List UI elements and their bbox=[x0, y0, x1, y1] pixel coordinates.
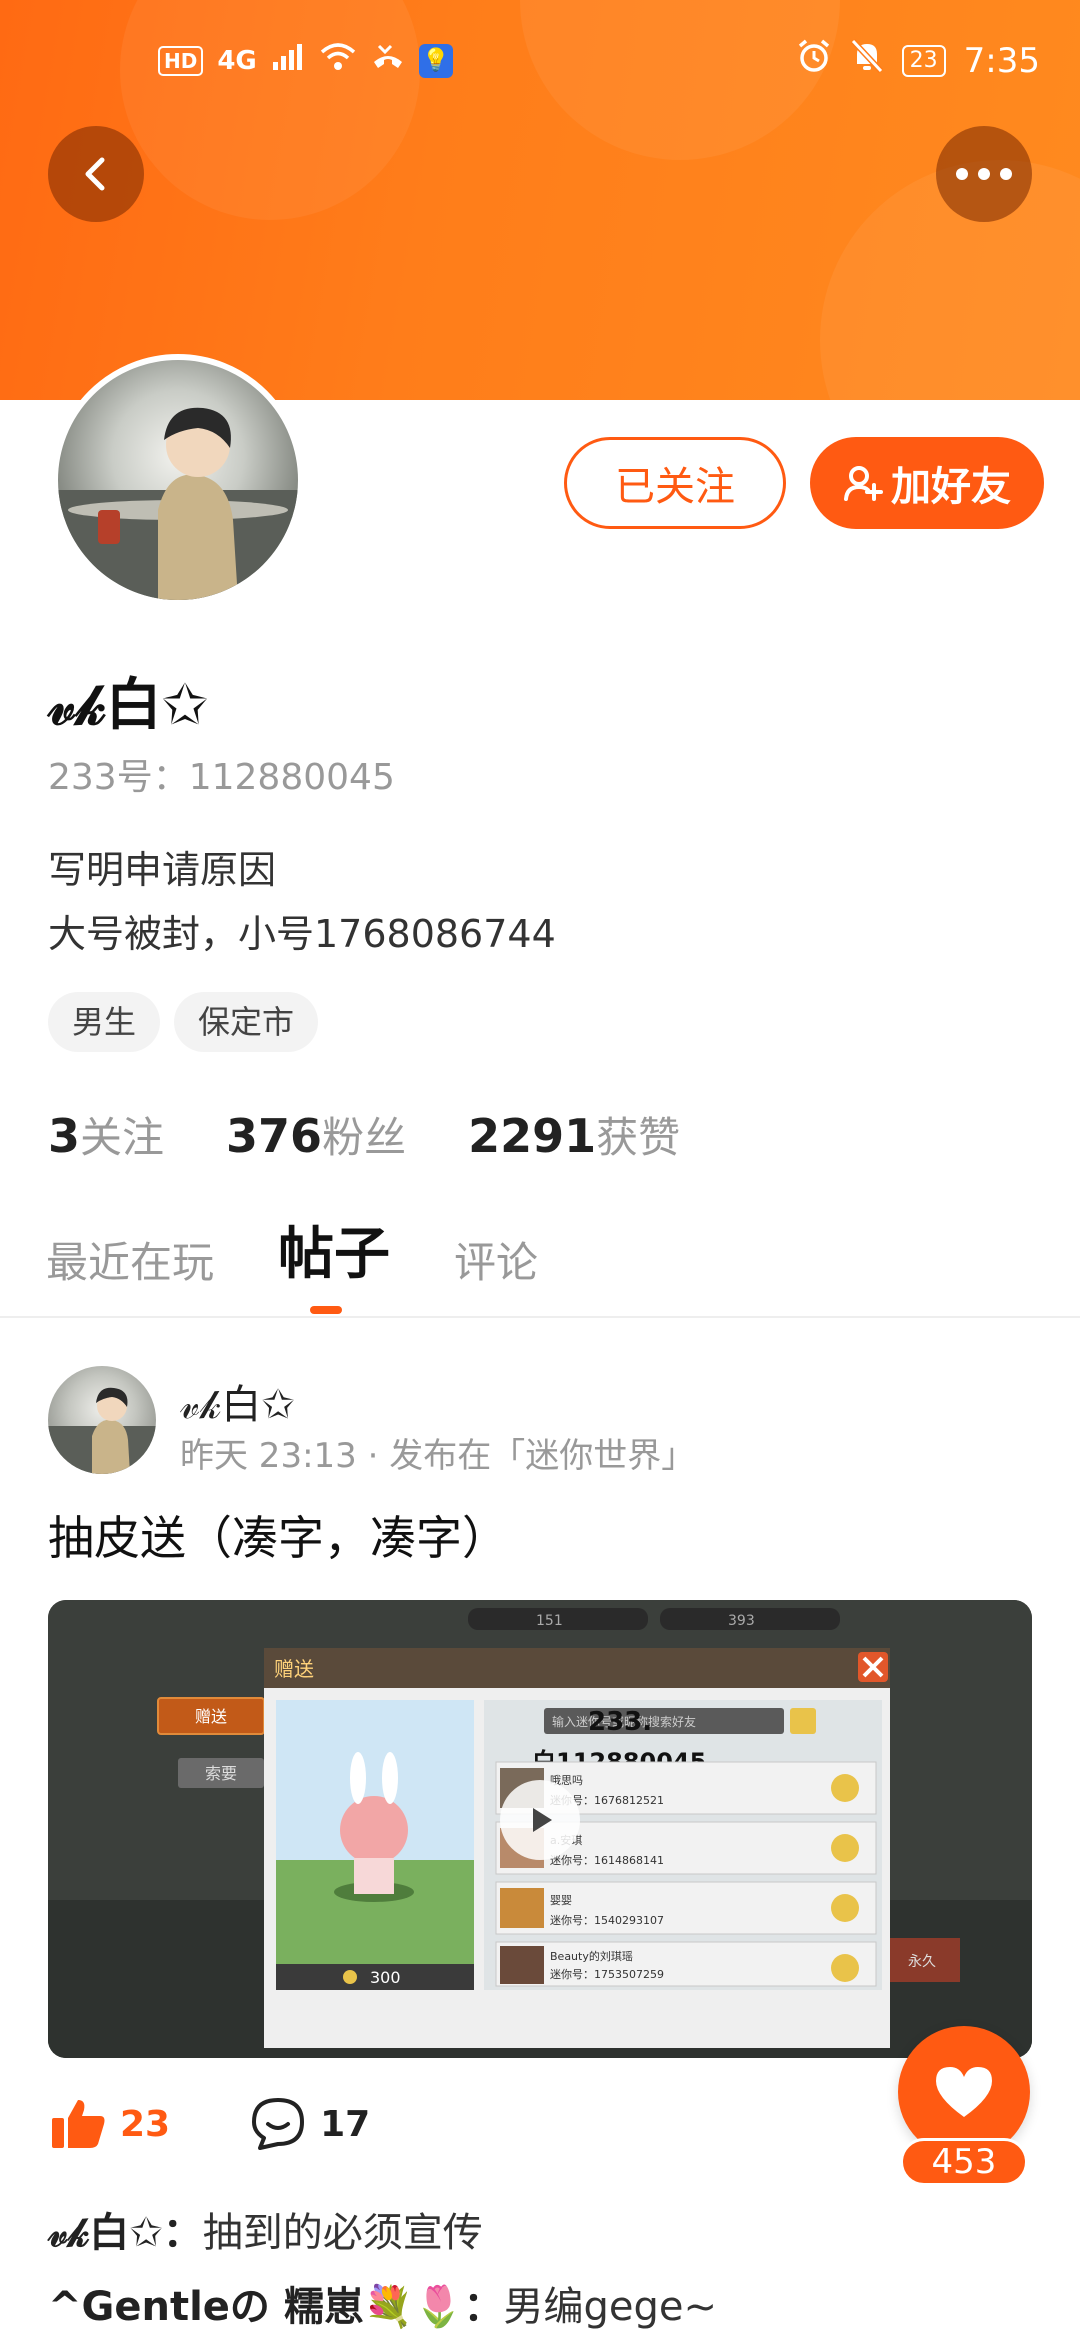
following-stat[interactable]: 3关注 bbox=[48, 1104, 164, 1165]
profile-tags: 男生 保定市 bbox=[48, 992, 319, 1052]
tab-recently-played[interactable]: 最近在玩 bbox=[46, 1229, 214, 1290]
hd-badge: HD bbox=[158, 45, 204, 76]
like-button[interactable]: 23 bbox=[50, 2098, 170, 2150]
alarm-icon bbox=[796, 38, 832, 83]
comment-button[interactable]: 17 bbox=[250, 2096, 370, 2152]
profile-id: 233号：112880045 bbox=[48, 757, 395, 798]
thumbs-up-icon bbox=[52, 2100, 105, 2148]
heart-icon bbox=[936, 2067, 992, 2117]
divider bbox=[0, 1316, 1080, 1318]
post-title[interactable]: 抽皮送（凑字，凑字） bbox=[48, 1502, 508, 1568]
profile-bio: 写明申请原因 大号被封，小号1768086744 bbox=[48, 838, 556, 966]
followers-stat[interactable]: 376粉丝 bbox=[226, 1104, 406, 1165]
active-tab-indicator bbox=[310, 1306, 342, 1314]
play-button[interactable] bbox=[500, 1780, 580, 1860]
friend-id: 迷你号：1540293107 bbox=[550, 1914, 664, 1927]
avatar-illustration-icon bbox=[48, 1387, 156, 1474]
profile-stats: 3关注 376粉丝 2291获赞 bbox=[48, 1104, 680, 1165]
profile-tabs: 最近在玩 帖子 评论 bbox=[46, 1220, 538, 1290]
signal-icon bbox=[271, 42, 305, 79]
comment-icon bbox=[252, 2098, 305, 2150]
likes-stat[interactable]: 2291获赞 bbox=[468, 1104, 680, 1165]
side-right-label: 永久 bbox=[908, 1954, 936, 1970]
comment-author: 𝓋𝓀白✩： bbox=[48, 2210, 203, 2256]
comment-preview[interactable]: ^Gentleの 糯崽💐🌷：男编gege~ bbox=[48, 2274, 717, 2332]
missed-call-icon bbox=[371, 42, 405, 79]
friend-row: 婴婴 迷你号：1540293107 bbox=[495, 1881, 877, 1935]
coin-price: 300 bbox=[370, 1968, 401, 1987]
favorite-count: 453 bbox=[900, 2138, 1028, 2186]
dialog-title: 赠送 bbox=[274, 1657, 314, 1681]
tag-city: 保定市 bbox=[174, 992, 319, 1052]
add-friend-button[interactable]: 加好友 bbox=[810, 437, 1044, 529]
comment-count: 17 bbox=[320, 2103, 371, 2145]
profile-avatar[interactable] bbox=[52, 354, 304, 606]
chevron-left-icon bbox=[85, 157, 105, 191]
status-bar: HD 4G 💡 23 7:35 bbox=[0, 36, 1080, 92]
following-label: 已关注 bbox=[615, 464, 735, 510]
tag-gender: 男生 bbox=[48, 992, 161, 1052]
resource-count-2: 393 bbox=[728, 1613, 755, 1629]
comment-preview[interactable]: 𝓋𝓀白✩：抽到的必须宣传 bbox=[48, 2200, 483, 2258]
more-button[interactable] bbox=[936, 126, 1032, 222]
comment-text: 男编gege~ bbox=[503, 2284, 717, 2330]
friend-name: 婴婴 bbox=[550, 1894, 572, 1907]
side-request-button: 索要 bbox=[205, 1764, 237, 1783]
friend-row: Beauty的刘琪瑶 迷你号：1753507259 bbox=[495, 1941, 877, 1987]
tab-posts[interactable]: 帖子 bbox=[278, 1209, 390, 1290]
add-friend-label: 加好友 bbox=[891, 464, 1011, 510]
bio-line: 写明申请原因 bbox=[48, 848, 277, 892]
overlay-text-1: 233. bbox=[588, 1707, 652, 1737]
post-author-name[interactable]: 𝓋𝓀白✩ bbox=[180, 1372, 295, 1430]
clock: 7:35 bbox=[963, 40, 1040, 81]
network-label: 4G bbox=[217, 45, 257, 76]
post-meta: 昨天 23:13 · 发布在「迷你世界」 bbox=[180, 1436, 696, 1476]
side-gift-button: 赠送 bbox=[195, 1707, 227, 1726]
avatar-illustration-icon bbox=[58, 407, 298, 600]
lightbulb-icon: 💡 bbox=[418, 43, 453, 78]
wifi-icon bbox=[319, 42, 357, 79]
post-author-avatar[interactable] bbox=[48, 1366, 156, 1474]
comment-author: ^Gentleの 糯崽💐🌷： bbox=[48, 2284, 504, 2330]
tab-comments[interactable]: 评论 bbox=[454, 1229, 538, 1290]
profile-name: 𝓋𝓀白✩ bbox=[48, 673, 209, 738]
back-button[interactable] bbox=[48, 126, 144, 222]
battery-indicator: 23 bbox=[901, 44, 946, 77]
more-dots-icon bbox=[956, 168, 1012, 180]
bio-line: 大号被封，小号1768086744 bbox=[48, 912, 556, 956]
friend-id: 迷你号：1753507259 bbox=[550, 1968, 664, 1981]
post-actions: 23 17 bbox=[50, 2096, 370, 2152]
resource-count-1: 151 bbox=[536, 1613, 563, 1629]
following-button[interactable]: 已关注 bbox=[564, 437, 786, 529]
comment-text: 抽到的必须宣传 bbox=[202, 2210, 483, 2256]
like-count: 23 bbox=[120, 2103, 171, 2145]
play-icon bbox=[533, 1808, 552, 1832]
friend-id: 迷你号：1614868141 bbox=[550, 1854, 664, 1867]
friend-name: Beauty的刘琪瑶 bbox=[550, 1949, 633, 1963]
add-user-icon bbox=[844, 466, 883, 501]
mute-icon bbox=[850, 38, 884, 83]
